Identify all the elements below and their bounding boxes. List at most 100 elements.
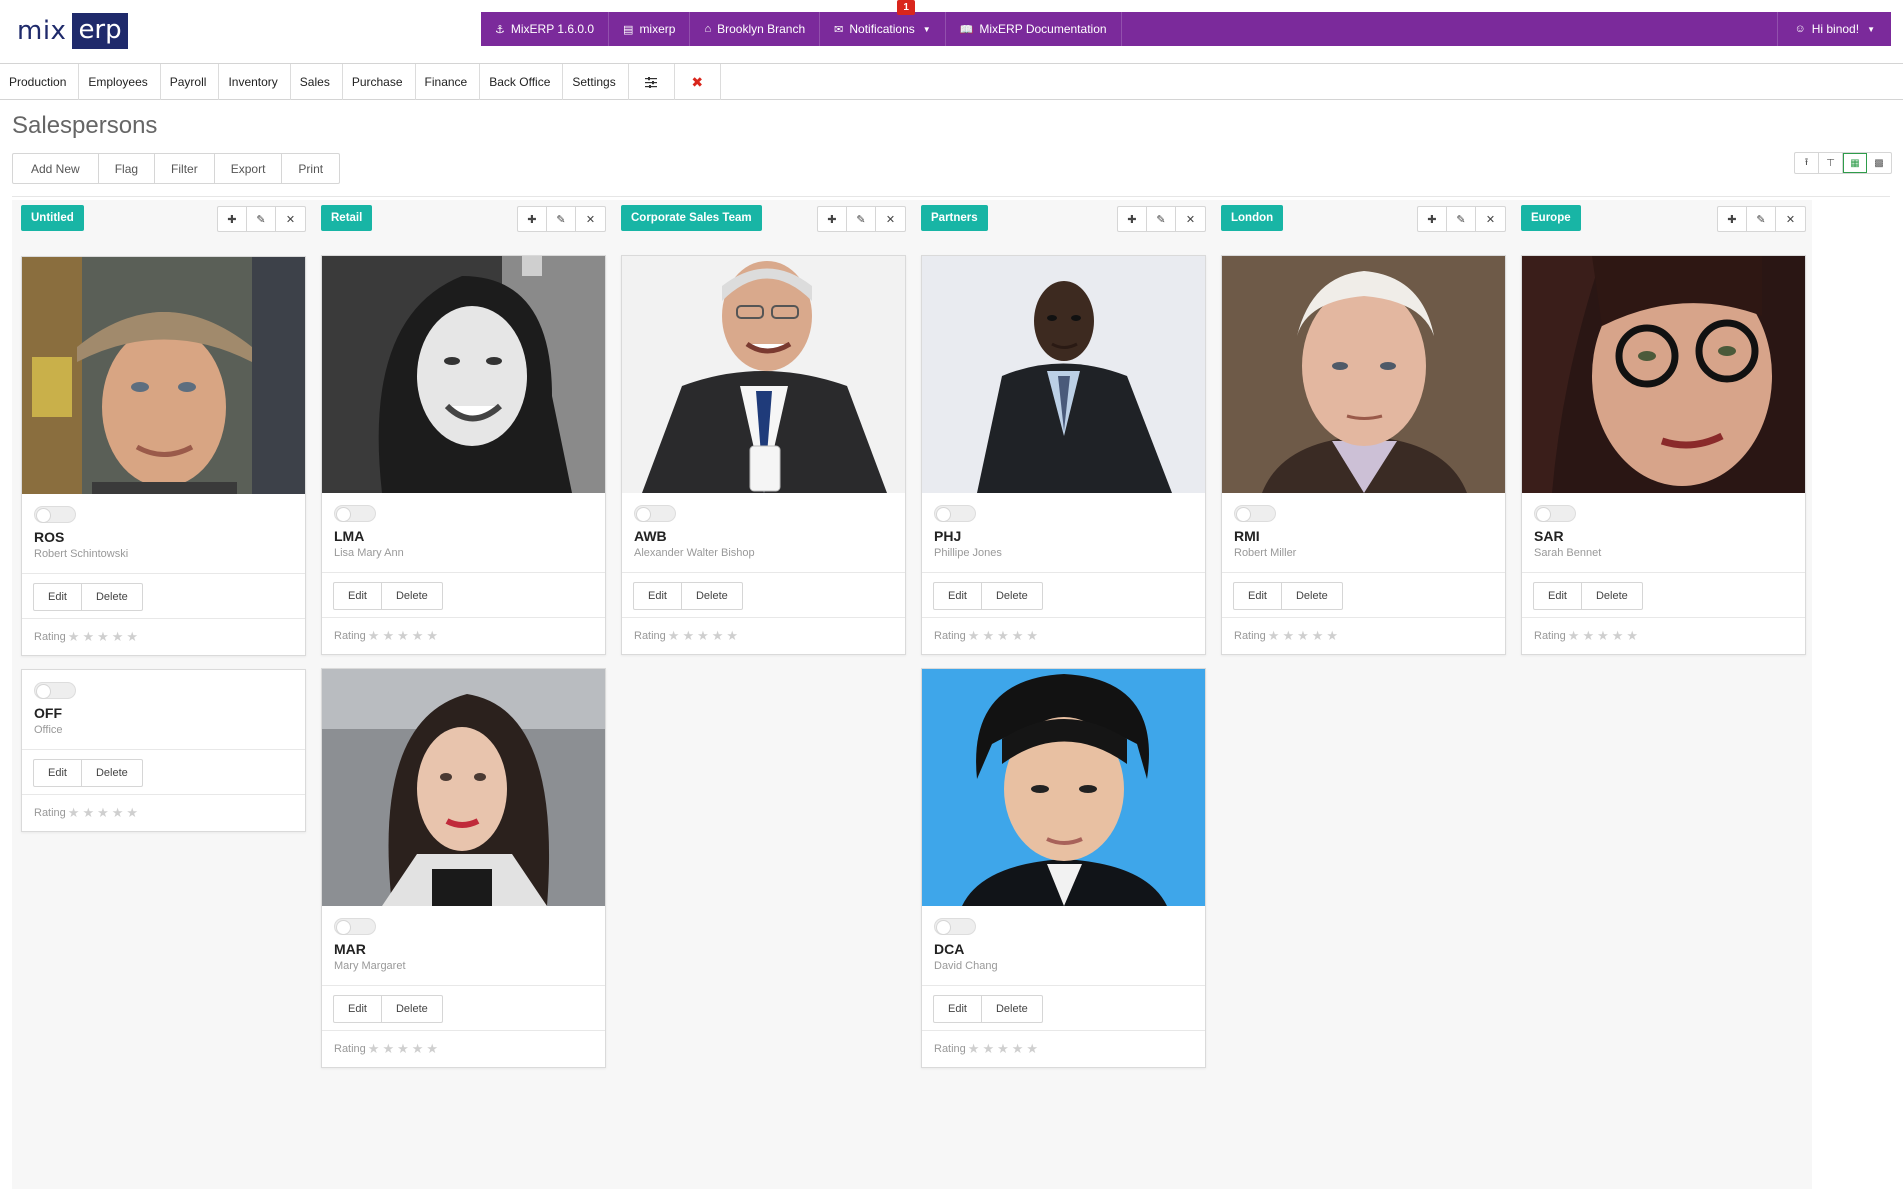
star-icon[interactable]: ★ [412, 1041, 424, 1057]
menu-settings[interactable]: Settings [563, 64, 629, 100]
menu-production[interactable]: Production [0, 64, 80, 100]
delete-button[interactable]: Delete [1282, 583, 1342, 609]
remove-icon[interactable]: ✕ [1176, 207, 1205, 231]
documentation-link[interactable]: 📖 MixERP Documentation [946, 12, 1122, 46]
star-icon[interactable]: ★ [368, 628, 380, 644]
add-icon[interactable]: ✚ [218, 207, 247, 231]
add-icon[interactable]: ✚ [1118, 207, 1147, 231]
delete-button[interactable]: Delete [982, 996, 1042, 1022]
column-tag[interactable]: Corporate Sales Team [621, 205, 762, 231]
toggle-switch[interactable] [34, 682, 76, 699]
notifications-dropdown[interactable]: ✉ Notifications ▼ 1 [820, 0, 946, 46]
delete-button[interactable]: Delete [82, 584, 142, 610]
edit-button[interactable]: Edit [934, 996, 982, 1022]
star-icon[interactable]: ★ [97, 805, 109, 821]
edit-icon[interactable]: ✎ [847, 207, 876, 231]
star-icon[interactable]: ★ [126, 629, 138, 645]
branch-link[interactable]: ⌂ Brooklyn Branch [690, 12, 821, 46]
edit-button[interactable]: Edit [334, 583, 382, 609]
edit-icon[interactable]: ✎ [247, 207, 276, 231]
toggle-switch[interactable] [334, 918, 376, 935]
menu-employees[interactable]: Employees [79, 64, 161, 100]
toggle-switch[interactable] [934, 505, 976, 522]
grid-view-icon[interactable]: ▩ [1867, 153, 1891, 173]
star-icon[interactable]: ★ [1597, 628, 1609, 644]
star-icon[interactable]: ★ [126, 805, 138, 821]
star-icon[interactable]: ★ [82, 805, 94, 821]
star-icon[interactable]: ★ [112, 805, 124, 821]
star-icon[interactable]: ★ [1326, 628, 1338, 644]
edit-button[interactable]: Edit [334, 996, 382, 1022]
star-icon[interactable]: ★ [1026, 1041, 1038, 1057]
star-icon[interactable]: ★ [82, 629, 94, 645]
version-link[interactable]: ⚓ MixERP 1.6.0.0 [481, 12, 610, 46]
edit-button[interactable]: Edit [1534, 583, 1582, 609]
star-icon[interactable]: ★ [968, 1041, 980, 1057]
edit-icon[interactable]: ✎ [1747, 207, 1776, 231]
star-icon[interactable]: ★ [397, 1041, 409, 1057]
edit-icon[interactable]: ✎ [547, 207, 576, 231]
close-icon[interactable]: ✖ [675, 64, 721, 100]
edit-button[interactable]: Edit [1234, 583, 1282, 609]
star-icon[interactable]: ★ [1568, 628, 1580, 644]
sliders-icon[interactable] [629, 64, 675, 100]
print-button[interactable]: Print [282, 154, 339, 183]
star-icon[interactable]: ★ [68, 629, 80, 645]
star-icon[interactable]: ★ [726, 628, 738, 644]
star-icon[interactable]: ★ [1626, 628, 1638, 644]
delete-button[interactable]: Delete [1582, 583, 1642, 609]
star-icon[interactable]: ★ [382, 1041, 394, 1057]
add-new-button[interactable]: Add New [13, 154, 99, 183]
star-icon[interactable]: ★ [1282, 628, 1294, 644]
star-icon[interactable]: ★ [1297, 628, 1309, 644]
filter-button[interactable]: Filter [155, 154, 215, 183]
star-icon[interactable]: ★ [426, 628, 438, 644]
star-icon[interactable]: ★ [982, 1041, 994, 1057]
star-icon[interactable]: ★ [368, 1041, 380, 1057]
remove-icon[interactable]: ✕ [276, 207, 305, 231]
mixerp-logo[interactable]: mix erp [17, 13, 128, 49]
star-icon[interactable]: ★ [668, 628, 680, 644]
menu-inventory[interactable]: Inventory [219, 64, 291, 100]
menu-payroll[interactable]: Payroll [161, 64, 220, 100]
star-icon[interactable]: ★ [397, 628, 409, 644]
toggle-switch[interactable] [1234, 505, 1276, 522]
user-menu[interactable]: ☺ Hi binod! ▼ [1777, 12, 1891, 46]
delete-button[interactable]: Delete [82, 760, 142, 786]
add-icon[interactable]: ✚ [818, 207, 847, 231]
star-icon[interactable]: ★ [382, 628, 394, 644]
column-tag[interactable]: Untitled [21, 205, 84, 231]
remove-icon[interactable]: ✕ [576, 207, 605, 231]
star-icon[interactable]: ★ [982, 628, 994, 644]
add-icon[interactable]: ✚ [1718, 207, 1747, 231]
kanban-view-icon[interactable]: ▦ [1843, 153, 1867, 173]
star-icon[interactable]: ★ [68, 805, 80, 821]
upload-icon[interactable]: ⭱ [1795, 153, 1819, 173]
export-button[interactable]: Export [215, 154, 283, 183]
star-icon[interactable]: ★ [997, 628, 1009, 644]
edit-button[interactable]: Edit [934, 583, 982, 609]
star-icon[interactable]: ★ [968, 628, 980, 644]
column-tag[interactable]: Partners [921, 205, 988, 231]
add-icon[interactable]: ✚ [518, 207, 547, 231]
add-icon[interactable]: ✚ [1418, 207, 1447, 231]
edit-button[interactable]: Edit [634, 583, 682, 609]
star-icon[interactable]: ★ [712, 628, 724, 644]
toggle-switch[interactable] [34, 506, 76, 523]
delete-button[interactable]: Delete [982, 583, 1042, 609]
column-tag[interactable]: London [1221, 205, 1284, 231]
edit-button[interactable]: Edit [34, 584, 82, 610]
star-icon[interactable]: ★ [997, 1041, 1009, 1057]
remove-icon[interactable]: ✕ [1776, 207, 1805, 231]
star-icon[interactable]: ★ [412, 628, 424, 644]
star-icon[interactable]: ★ [1026, 628, 1038, 644]
star-icon[interactable]: ★ [426, 1041, 438, 1057]
star-icon[interactable]: ★ [97, 629, 109, 645]
column-tag[interactable]: Europe [1521, 205, 1581, 231]
star-icon[interactable]: ★ [112, 629, 124, 645]
edit-button[interactable]: Edit [34, 760, 82, 786]
delete-button[interactable]: Delete [382, 996, 442, 1022]
star-icon[interactable]: ★ [1582, 628, 1594, 644]
remove-icon[interactable]: ✕ [1476, 207, 1505, 231]
star-icon[interactable]: ★ [682, 628, 694, 644]
